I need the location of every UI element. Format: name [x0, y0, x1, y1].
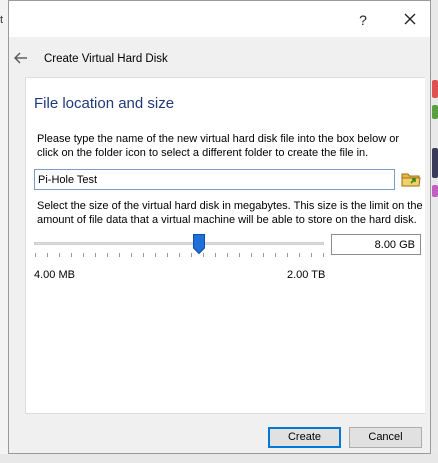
- file-name-input[interactable]: [34, 169, 395, 190]
- back-button[interactable]: [13, 51, 29, 65]
- background-decoration: [432, 80, 438, 98]
- size-slider-handle[interactable]: [193, 234, 205, 255]
- background-window-bottom: [0, 454, 438, 463]
- size-slider-track[interactable]: [34, 242, 324, 245]
- slider-handle-icon: [193, 234, 205, 255]
- title-bar: ?: [9, 1, 430, 37]
- section-title: File location and size: [34, 95, 175, 112]
- location-description: Please type the name of the new virtual …: [37, 133, 399, 159]
- create-virtual-hard-disk-dialog: ? Create Virtual Hard Disk File location…: [8, 0, 431, 454]
- size-description: Select the size of the virtual hard disk…: [37, 200, 423, 226]
- background-decoration: [432, 105, 438, 119]
- back-arrow-icon: [14, 52, 27, 64]
- create-button[interactable]: Create: [268, 427, 341, 448]
- background-window-left: t: [0, 0, 8, 463]
- background-window-right: [431, 0, 438, 463]
- choose-folder-button[interactable]: [401, 169, 421, 189]
- cancel-button[interactable]: Cancel: [349, 427, 422, 448]
- background-decoration: [432, 185, 438, 197]
- wizard-header: Create Virtual Hard Disk: [9, 37, 430, 77]
- dialog-title: Create Virtual Hard Disk: [44, 53, 168, 65]
- close-button[interactable]: [397, 7, 423, 31]
- help-button[interactable]: ?: [351, 9, 375, 31]
- folder-icon: [401, 173, 421, 187]
- background-decoration: [432, 148, 438, 178]
- size-min-label: 4.00 MB: [34, 269, 75, 281]
- background-text-fragment: t: [0, 14, 4, 26]
- close-icon: [404, 13, 416, 25]
- wizard-page: File location and size Please type the n…: [25, 77, 425, 414]
- size-input[interactable]: [331, 234, 421, 255]
- size-slider-ticks: [35, 253, 324, 257]
- size-max-label: 2.00 TB: [287, 269, 326, 281]
